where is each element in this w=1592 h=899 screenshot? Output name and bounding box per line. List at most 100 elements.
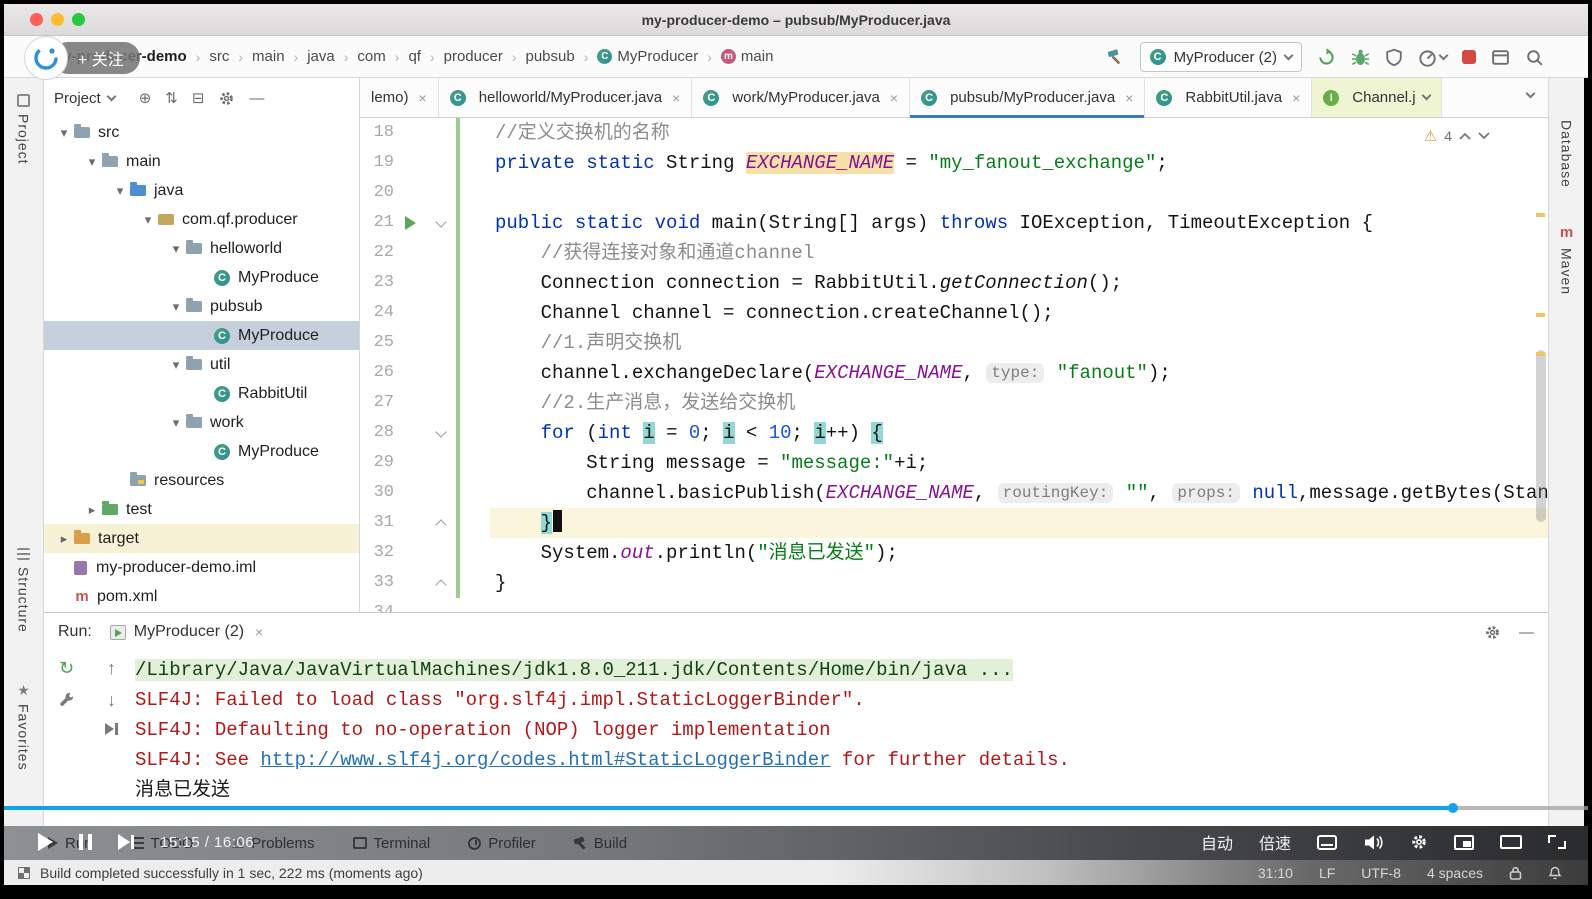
subtitle-icon[interactable]: [1317, 834, 1337, 850]
editor-tab[interactable]: C RabbitUtil.java ×: [1145, 78, 1313, 117]
up-stack-trace-icon[interactable]: ↑: [107, 659, 116, 677]
line-ending-indicator[interactable]: LF: [1319, 865, 1335, 881]
lock-icon[interactable]: [1509, 866, 1522, 880]
editor-tab[interactable]: Cpubsub/MyProducer.java ×: [910, 78, 1146, 118]
tree-item[interactable]: C MyProduce: [44, 263, 359, 292]
uploader-avatar[interactable]: [24, 36, 68, 80]
breadcrumb-item[interactable]: com: [355, 46, 387, 67]
video-seek-bar[interactable]: [4, 803, 1588, 813]
hidden-tabs-icon[interactable]: [1525, 88, 1536, 99]
tree-chevron-icon[interactable]: ▾: [82, 154, 102, 170]
code-line[interactable]: 21 public static void main(String[] args)…: [360, 208, 1548, 238]
hide-panel-icon[interactable]: —: [1519, 625, 1534, 640]
console-line[interactable]: /Library/Java/JavaVirtualMachines/jdk1.8…: [135, 655, 1548, 685]
code-line[interactable]: 33}: [360, 568, 1548, 598]
code-line[interactable]: 22 //获得连接对象和通道channel: [360, 238, 1548, 268]
fullscreen-icon[interactable]: [1548, 835, 1566, 849]
code-editor[interactable]: 18//定义交换机的名称 19 private static String EXCH…: [360, 118, 1548, 612]
code-line[interactable]: 23 Connection connection = RabbitUtil.ge…: [360, 268, 1548, 298]
breadcrumb-item[interactable]: pubsub: [524, 46, 577, 67]
tree-chevron-icon[interactable]: ▾: [166, 415, 186, 431]
code-line[interactable]: 26 channel.exchangeDeclare(EXCHANGE_NAME…: [360, 358, 1548, 388]
tree-chevron-icon[interactable]: ▾: [54, 125, 74, 141]
sort-icon[interactable]: ⇅: [165, 91, 178, 106]
code-line[interactable]: 28 for (int i = 0; i < 10; i++) {: [360, 418, 1548, 448]
tree-chevron-icon[interactable]: ▾: [166, 357, 186, 373]
breadcrumb-item[interactable]: main: [250, 46, 287, 67]
chevron-down-icon[interactable]: [1421, 90, 1432, 101]
code-line[interactable]: 30 channel.basicPublish(EXCHANGE_NAME, r…: [360, 478, 1548, 508]
editor-tab[interactable]: I Channel.j: [1312, 78, 1442, 117]
down-stack-trace-icon[interactable]: ↓: [107, 691, 116, 709]
console-line[interactable]: SLF4J: See http://www.slf4j.org/codes.ht…: [135, 745, 1548, 775]
warning-stripe-mark[interactable]: [1536, 352, 1545, 356]
zoom-window-button[interactable]: [72, 13, 85, 26]
tree-item[interactable]: ▸ target: [44, 524, 359, 553]
toolwindow-button-structure[interactable]: Structure: [4, 548, 43, 633]
tree-chevron-icon[interactable]: ▸: [82, 502, 102, 518]
tree-item[interactable]: ▸ test: [44, 495, 359, 524]
speed-button[interactable]: 倍速: [1259, 830, 1291, 854]
breadcrumb-item[interactable]: src: [207, 46, 231, 67]
toolwindow-button-maven[interactable]: m Maven: [1549, 224, 1584, 295]
miniplayer-icon[interactable]: [1454, 834, 1474, 850]
code-line[interactable]: 29 String message = "message:"+i;: [360, 448, 1548, 478]
scroll-to-end-icon[interactable]: [105, 723, 118, 735]
prev-warning-icon[interactable]: [1459, 132, 1471, 140]
volume-icon[interactable]: [1363, 834, 1384, 851]
toolwindow-tab-terminal[interactable]: Terminal: [352, 835, 430, 852]
tree-item[interactable]: m pom.xml: [44, 582, 359, 611]
collapse-all-icon[interactable]: ⊟: [192, 91, 205, 106]
code-line[interactable]: 34: [360, 598, 1548, 612]
close-tab-icon[interactable]: ×: [1125, 90, 1133, 106]
hide-panel-icon[interactable]: —: [249, 91, 264, 106]
tree-item[interactable]: C MyProduce: [44, 437, 359, 466]
profiler-button[interactable]: [1418, 48, 1449, 67]
panel-settings-icon[interactable]: [218, 90, 235, 107]
breadcrumb-item[interactable]: producer: [442, 46, 505, 67]
breadcrumb-item[interactable]: m main: [719, 46, 776, 67]
quality-button[interactable]: 自动: [1201, 830, 1233, 854]
tree-item[interactable]: ▾ pubsub: [44, 292, 359, 321]
inspection-widget[interactable]: ⚠ 4: [1424, 127, 1490, 145]
console-line[interactable]: SLF4J: Defaulting to no-operation (NOP) …: [135, 715, 1548, 745]
console-line[interactable]: SLF4J: Failed to load class "org.slf4j.i…: [135, 685, 1548, 715]
console-settings-icon[interactable]: [1484, 624, 1501, 641]
editor-tab[interactable]: lemo) ×: [360, 78, 439, 117]
fold-icon[interactable]: [435, 519, 447, 531]
toolwindow-switcher-icon[interactable]: [18, 866, 30, 879]
code-line[interactable]: 24 Channel channel = connection.createCh…: [360, 298, 1548, 328]
build-hammer-icon[interactable]: [1105, 47, 1125, 67]
console-link[interactable]: http://www.slf4j.org/codes.html#StaticLo…: [260, 749, 830, 771]
toolwindow-button-project[interactable]: Project: [4, 94, 43, 165]
code-line[interactable]: 31 }: [360, 508, 1548, 538]
encoding-indicator[interactable]: UTF-8: [1361, 865, 1401, 881]
tree-chevron-icon[interactable]: ▸: [54, 531, 74, 547]
tree-item[interactable]: ▾ util: [44, 350, 359, 379]
code-line[interactable]: 19 private static String EXCHANGE_NAME = …: [360, 148, 1548, 178]
editor-tab[interactable]: Cwork/MyProducer.java ×: [692, 78, 911, 117]
close-tab-icon[interactable]: ×: [419, 90, 427, 106]
warning-stripe-mark[interactable]: [1536, 213, 1545, 217]
tree-item[interactable]: ▾ java: [44, 176, 359, 205]
tree-item[interactable]: resources: [44, 466, 359, 495]
stop-button[interactable]: [1462, 50, 1476, 64]
coverage-button[interactable]: [1385, 48, 1403, 67]
warning-stripe-mark[interactable]: [1536, 313, 1545, 317]
tree-item[interactable]: ▾ work: [44, 408, 359, 437]
notifications-bell-icon[interactable]: [1548, 866, 1562, 880]
rerun-icon[interactable]: ↻: [59, 659, 74, 677]
play-icon[interactable]: [38, 833, 53, 851]
player-settings-icon[interactable]: [1410, 833, 1428, 851]
tree-item[interactable]: ▾ helloworld: [44, 234, 359, 263]
run-line-icon[interactable]: [405, 216, 416, 230]
run-console-tab[interactable]: MyProducer (2) ×: [104, 613, 269, 651]
rerun-button[interactable]: [1317, 47, 1336, 67]
tree-item[interactable]: C RabbitUtil: [44, 379, 359, 408]
close-tab-icon[interactable]: ×: [1292, 90, 1300, 106]
layout-windows-icon[interactable]: [1491, 48, 1510, 67]
tree-chevron-icon[interactable]: ▾: [110, 183, 130, 199]
toolwindow-button-database[interactable]: Database: [1549, 120, 1584, 188]
close-window-button[interactable]: [30, 13, 43, 26]
caret-position[interactable]: 31:10: [1258, 865, 1293, 881]
